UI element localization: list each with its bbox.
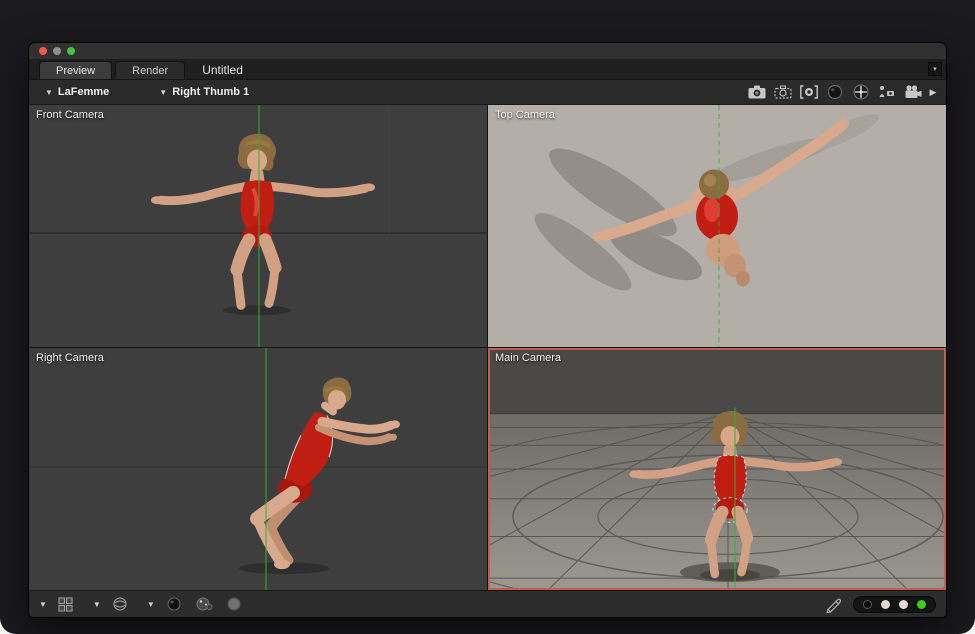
orbit-sphere-icon xyxy=(852,83,870,101)
tracking-ball-icon xyxy=(112,596,128,612)
document-tabstrip: Preview Render Untitled ▾ xyxy=(29,59,946,80)
display-style-dots xyxy=(853,596,936,613)
right-bg xyxy=(29,348,487,590)
viewport-layout-button[interactable] xyxy=(56,593,76,615)
tab-render-label: Render xyxy=(132,65,168,77)
animation-camera-button[interactable] xyxy=(900,81,926,103)
actor-selector-label: Right Thumb 1 xyxy=(172,86,249,98)
viewport-right-label: Right Camera xyxy=(36,352,104,364)
aperture-brackets-icon xyxy=(799,84,819,100)
figure-camera-button[interactable] xyxy=(874,81,900,103)
figure-selector-label: LaFemme xyxy=(58,86,109,98)
texture-shaded-ball-icon xyxy=(195,596,213,612)
front-figure-shadow xyxy=(223,305,291,315)
window-titlebar[interactable] xyxy=(29,43,946,59)
chevron-right-icon: ▶ xyxy=(930,87,937,98)
tab-preview-label: Preview xyxy=(56,65,95,77)
viewport-top[interactable]: Top Camera xyxy=(488,105,946,347)
app-window: Preview Render Untitled ▾ ▼ LaFemme ▼ Ri… xyxy=(28,42,947,618)
snapshot-camera-icon xyxy=(747,84,767,100)
bottom-toolbar: ▼ ▼ ▼ xyxy=(29,590,946,617)
animation-camera-icon xyxy=(903,84,923,100)
edit-pencil-button[interactable] xyxy=(822,593,844,615)
display-dot-black[interactable] xyxy=(863,600,872,609)
tracking-ball-button[interactable] xyxy=(110,593,130,615)
dark-sphere-button[interactable] xyxy=(822,81,848,103)
flat-shaded-ball-button[interactable] xyxy=(224,593,244,615)
display-dot-pink-2[interactable] xyxy=(899,600,908,609)
figure-selector-dropdown[interactable]: ▼ LaFemme xyxy=(35,80,119,104)
desktop-background: Preview Render Untitled ▾ ▼ LaFemme ▼ Ri… xyxy=(0,0,975,634)
top-camera-canvas[interactable] xyxy=(488,105,946,347)
panel-menu-button[interactable]: ▾ xyxy=(928,62,942,76)
viewport-top-label: Top Camera xyxy=(495,109,555,121)
snapshot-camera-dotted-button[interactable] xyxy=(770,81,796,103)
dark-sphere-icon xyxy=(826,83,844,101)
right-camera-canvas[interactable] xyxy=(29,348,487,590)
minimize-window-button[interactable] xyxy=(53,47,61,55)
tab-render[interactable]: Render xyxy=(115,61,185,79)
edit-pencil-icon xyxy=(825,596,842,613)
figure-camera-icon xyxy=(877,84,897,100)
snapshot-camera-button[interactable] xyxy=(744,81,770,103)
viewport-front-label: Front Camera xyxy=(36,109,104,121)
snapshot-camera-dotted-icon xyxy=(773,84,793,100)
viewport-front[interactable]: Front Camera xyxy=(29,105,487,347)
texture-shaded-ball-button[interactable] xyxy=(193,593,215,615)
main-figure-shadow-core xyxy=(700,569,760,581)
smooth-shaded-ball-icon xyxy=(166,596,182,612)
viewport-right[interactable]: Right Camera xyxy=(29,348,487,590)
main-camera-canvas[interactable] xyxy=(488,348,946,590)
aperture-brackets-button[interactable] xyxy=(796,81,822,103)
layout-menu-arrow-icon[interactable]: ▼ xyxy=(39,600,47,609)
display-dot-pink-1[interactable] xyxy=(881,600,890,609)
actor-selector-dropdown[interactable]: ▼ Right Thumb 1 xyxy=(149,80,259,104)
tracking-menu-arrow-icon[interactable]: ▼ xyxy=(93,600,101,609)
more-cameras-button[interactable]: ▶ xyxy=(926,81,940,103)
style-menu-arrow-icon[interactable]: ▼ xyxy=(147,600,155,609)
document-title: Untitled xyxy=(202,63,243,79)
flat-shaded-ball-icon xyxy=(226,596,242,612)
viewport-main[interactable]: Main Camera xyxy=(488,348,946,590)
viewport-grid: Front Camera xyxy=(29,105,946,590)
dropdown-triangle-icon: ▼ xyxy=(45,88,53,97)
viewport-layout-icon xyxy=(58,597,73,612)
tab-preview[interactable]: Preview xyxy=(39,61,112,79)
front-camera-canvas[interactable] xyxy=(29,105,487,347)
dropdown-triangle-icon: ▼ xyxy=(159,88,167,97)
orbit-sphere-button[interactable] xyxy=(848,81,874,103)
selector-toolbar: ▼ LaFemme ▼ Right Thumb 1 xyxy=(29,80,946,105)
zoom-window-button[interactable] xyxy=(67,47,75,55)
close-window-button[interactable] xyxy=(39,47,47,55)
smooth-shaded-ball-button[interactable] xyxy=(164,593,184,615)
chevron-down-icon: ▾ xyxy=(933,65,937,73)
display-dot-green[interactable] xyxy=(917,600,926,609)
viewport-main-label: Main Camera xyxy=(495,352,561,364)
